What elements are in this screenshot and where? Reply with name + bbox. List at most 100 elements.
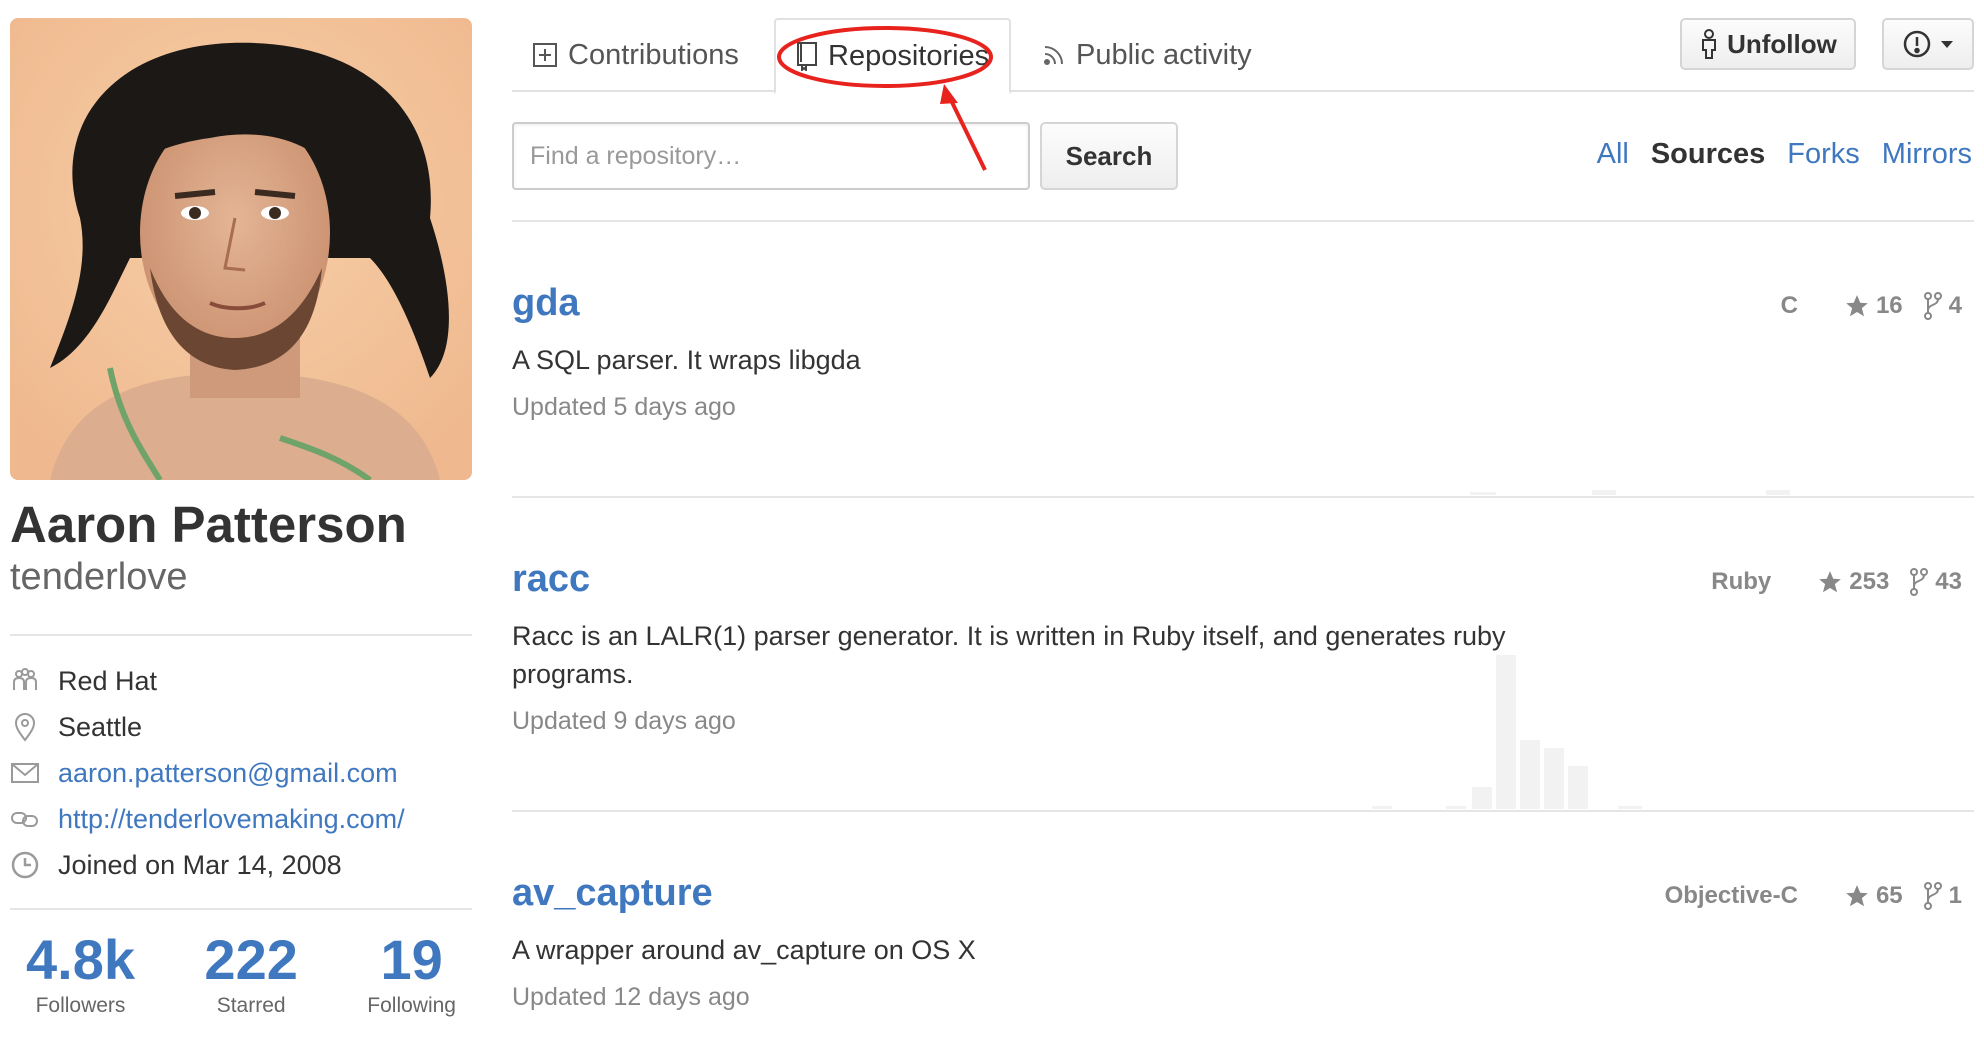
- search-button-label: Search: [1065, 140, 1153, 171]
- profile-sidebar: Aaron Patterson tenderlove Red Hat Seatt…: [10, 18, 472, 1018]
- vcard-email: aaron.patterson@gmail.com: [10, 750, 472, 796]
- profile-username: tenderlove: [10, 555, 188, 598]
- website-link[interactable]: http://tenderlovemaking.com/: [58, 804, 405, 835]
- alert-icon: [1902, 29, 1932, 59]
- organization-icon: [10, 666, 58, 696]
- vcard-organization: Red Hat: [10, 658, 472, 704]
- chevron-down-icon: [1940, 39, 1954, 49]
- profile-stats: 4.8k Followers 222 Starred 19 Following: [10, 932, 472, 1018]
- tab-label: Public activity: [1076, 38, 1252, 71]
- star-icon: [1846, 885, 1868, 907]
- divider: [512, 496, 1974, 498]
- starred-stat[interactable]: 222 Starred: [204, 932, 297, 1018]
- repo-stats: C 16 4: [1781, 292, 1962, 320]
- vcard-joined: Joined on Mar 14, 2008: [10, 842, 472, 888]
- divider: [10, 634, 472, 637]
- followers-count: 4.8k: [26, 928, 135, 992]
- repo-language: Objective-C: [1664, 882, 1798, 909]
- divider: [512, 810, 1974, 812]
- repo-name-link[interactable]: av_capture: [512, 872, 713, 915]
- filter-mirrors[interactable]: Mirrors: [1882, 138, 1972, 171]
- profile-fullname: Aaron Patterson: [10, 496, 407, 553]
- star-icon: [1819, 571, 1842, 593]
- repo-name-link[interactable]: gda: [512, 282, 580, 325]
- tab-public-activity[interactable]: Public activity: [1022, 18, 1272, 92]
- link-icon: [10, 807, 58, 831]
- unfollow-button[interactable]: Unfollow: [1680, 18, 1856, 70]
- fork-icon: [1923, 882, 1942, 910]
- repo-search-input[interactable]: [512, 122, 1030, 190]
- repo-description: Racc is an LALR(1) parser generator. It …: [512, 621, 1506, 689]
- repo-updated: Updated 9 days ago: [512, 707, 736, 735]
- repo-stars[interactable]: 65: [1844, 882, 1903, 910]
- email-link[interactable]: aaron.patterson@gmail.com: [58, 758, 398, 789]
- following-count: 19: [380, 928, 443, 992]
- activity-graph-bar: [1446, 806, 1466, 809]
- repo-list-item: gda A SQL parser. It wraps libgda Update…: [512, 282, 1974, 422]
- repo-description: A wrapper around av_capture on OS X: [512, 935, 976, 965]
- activity-graph-bar: [1618, 806, 1642, 809]
- vcard-website: http://tenderlovemaking.com/: [10, 796, 472, 842]
- activity-graph-bar: [1766, 490, 1790, 495]
- tab-label: Repositories: [828, 39, 990, 72]
- search-button[interactable]: Search: [1040, 122, 1178, 190]
- repo-stats: Ruby 253 43: [1711, 568, 1962, 596]
- repo-fork-count: 4: [1948, 292, 1962, 319]
- repo-fork-count: 1: [1948, 882, 1962, 909]
- followers-label: Followers: [35, 994, 126, 1018]
- location-text: Seattle: [58, 711, 143, 742]
- unfollow-label: Unfollow: [1727, 28, 1837, 59]
- organization-text: Red Hat: [58, 665, 158, 696]
- repo-list-item: racc Racc is an LALR(1) parser generator…: [512, 558, 1974, 736]
- repo-updated: Updated 5 days ago: [512, 393, 736, 421]
- tab-contributions[interactable]: Contributions: [512, 18, 759, 92]
- followers-stat[interactable]: 4.8k Followers: [26, 932, 135, 1018]
- repo-list-item: av_capture A wrapper around av_capture o…: [512, 872, 1974, 1012]
- repo-forks[interactable]: 4: [1923, 292, 1962, 320]
- activity-graph-bar: [1472, 787, 1492, 809]
- repo-language: C: [1780, 292, 1798, 319]
- report-dropdown-button[interactable]: [1882, 18, 1974, 70]
- avatar[interactable]: [10, 18, 472, 480]
- unfollow-icon: [1699, 28, 1719, 60]
- star-icon: [1846, 295, 1868, 317]
- repo-language: Ruby: [1711, 568, 1772, 595]
- starred-label: Starred: [216, 994, 286, 1018]
- fork-icon: [1910, 568, 1929, 596]
- clock-icon: [10, 850, 58, 880]
- repo-forks[interactable]: 43: [1909, 568, 1962, 596]
- activity-graph-bar: [1470, 492, 1496, 495]
- repo-stars[interactable]: 253: [1817, 568, 1889, 596]
- repo-name-link[interactable]: racc: [512, 558, 590, 601]
- activity-graph-bar: [1372, 806, 1392, 809]
- filter-sources[interactable]: Sources: [1651, 138, 1765, 171]
- repo-updated: Updated 12 days ago: [512, 983, 750, 1011]
- activity-graph-bar: [1592, 490, 1616, 495]
- filter-all[interactable]: All: [1597, 138, 1629, 171]
- repo-star-count: 16: [1875, 292, 1903, 319]
- location-icon: [10, 712, 58, 742]
- following-label: Following: [367, 994, 456, 1018]
- repo-stats: Objective-C 65 1: [1665, 882, 1962, 910]
- fork-icon: [1923, 292, 1942, 320]
- activity-graph-bar: [1544, 748, 1564, 809]
- activity-graph-bar: [1520, 740, 1540, 809]
- repo-description: A SQL parser. It wraps libgda: [512, 345, 861, 375]
- repo-fork-count: 43: [1935, 568, 1962, 595]
- activity-graph-bar: [1568, 766, 1588, 809]
- tab-repositories[interactable]: Repositories: [774, 18, 1012, 94]
- following-stat[interactable]: 19 Following: [367, 932, 456, 1018]
- repo-star-count: 65: [1875, 882, 1903, 909]
- profile-page: Aaron Patterson tenderlove Red Hat Seatt…: [0, 0, 1984, 1050]
- mail-icon: [10, 761, 58, 785]
- filter-forks[interactable]: Forks: [1787, 138, 1860, 171]
- vcard-location: Seattle: [10, 704, 472, 750]
- divider: [512, 220, 1974, 222]
- repo-icon: [796, 41, 818, 71]
- repo-type-filters: All Sources Forks Mirrors: [1597, 138, 1972, 171]
- repo-stars[interactable]: 16: [1844, 292, 1903, 320]
- repo-forks[interactable]: 1: [1923, 882, 1962, 910]
- joined-text: Joined on Mar 14, 2008: [58, 849, 342, 880]
- tab-label: Contributions: [568, 38, 739, 71]
- starred-count: 222: [204, 928, 298, 992]
